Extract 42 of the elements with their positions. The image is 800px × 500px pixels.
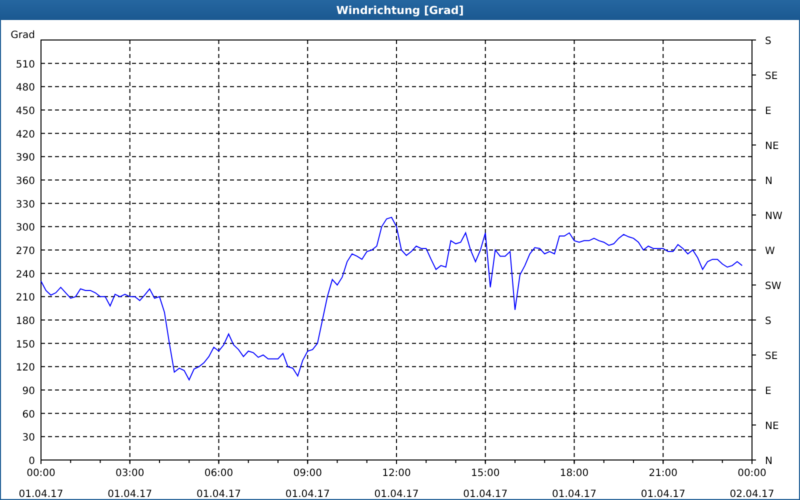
- direction-label: SE: [765, 71, 778, 82]
- x-axis-label: 21:00 01.04.17: [640, 468, 686, 500]
- x-axis-label: 03:00 01.04.17: [108, 468, 152, 500]
- y-axis-title: Grad: [10, 30, 35, 41]
- direction-label: SE: [765, 351, 778, 362]
- x-axis-label: 15:00 01.04.17: [463, 468, 508, 500]
- direction-label: N: [765, 176, 772, 187]
- y-axis-label: 420: [16, 129, 35, 140]
- y-axis-label: 330: [16, 199, 35, 210]
- y-axis-label: 60: [22, 409, 35, 420]
- x-axis-label: 09:00 01.04.17: [285, 468, 330, 500]
- y-axis-label: 240: [16, 269, 35, 280]
- direction-label: N: [765, 456, 772, 467]
- direction-label: SW: [765, 281, 782, 292]
- y-axis-label: 210: [16, 292, 35, 304]
- y-axis-label: 150: [16, 339, 35, 350]
- direction-label: NW: [765, 211, 782, 222]
- direction-label: E: [765, 106, 772, 117]
- direction-label: W: [765, 246, 775, 257]
- y-axis-label: 0: [28, 456, 35, 467]
- window-title: Windrichtung [Grad]: [0, 0, 800, 20]
- y-axis-label: 360: [16, 176, 35, 187]
- x-axis-label: 12:00 01.04.17: [374, 468, 419, 500]
- direction-label: E: [765, 386, 772, 397]
- direction-label: NE: [765, 421, 779, 432]
- y-axis-label: 480: [16, 82, 35, 94]
- y-axis-label: 90: [22, 386, 35, 397]
- x-axis-label: 18:00 01.04.17: [552, 468, 597, 500]
- y-axis-label: 30: [22, 432, 35, 444]
- y-axis-label: 390: [16, 152, 35, 164]
- x-axis-label: 00:00 01.04.17: [18, 468, 64, 500]
- y-axis-label: 120: [16, 362, 35, 374]
- direction-label: S: [765, 316, 772, 327]
- x-axis-label: 06:00 01.04.17: [196, 468, 242, 500]
- y-axis-label: 300: [16, 222, 35, 234]
- y-axis-label: 450: [16, 106, 35, 117]
- direction-label: S: [765, 36, 772, 47]
- x-axis-label: 00:00 02.04.17: [730, 468, 774, 500]
- y-axis-label: 180: [16, 316, 35, 327]
- y-axis-label: 510: [16, 59, 35, 70]
- y-axis-label: 270: [16, 246, 35, 257]
- direction-label: NE: [765, 141, 779, 152]
